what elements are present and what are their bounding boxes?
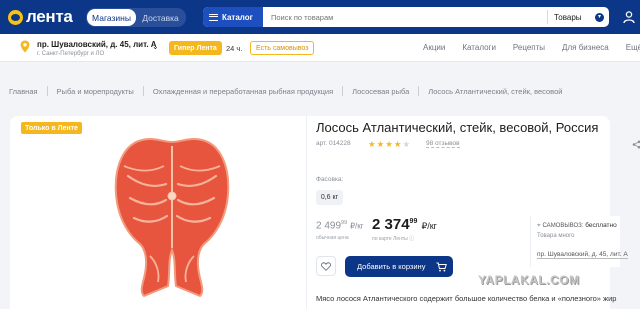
star-empty-icon: ★ (402, 139, 411, 149)
breadcrumb-separator (46, 86, 48, 96)
favorite-button[interactable] (316, 256, 336, 276)
pickup-info: ⌖ САМОВЫВОЗ: бесплатно Товара много пр. … (530, 216, 628, 267)
nav-promotions[interactable]: Акции (423, 43, 445, 52)
location-pin-icon (20, 40, 30, 53)
nav-business[interactable]: Для бизнеса (562, 43, 609, 52)
lenta-logo[interactable]: лента (8, 7, 73, 27)
add-to-cart-button[interactable]: Добавить в корзину (345, 256, 453, 277)
top-nav: Акции Каталоги Рецепты Для бизнеса Ещё (423, 43, 640, 52)
regular-price-unit: ₽/кг (349, 221, 364, 231)
tab-delivery[interactable]: Доставка (136, 9, 185, 26)
reviews-link[interactable]: 98 отзывов (426, 140, 460, 148)
user-icon[interactable] (622, 10, 636, 24)
card-price-unit: ₽/кг (421, 221, 437, 231)
weight-option[interactable]: 0,6 кг (316, 190, 343, 205)
nav-recipes[interactable]: Рецепты (513, 43, 545, 52)
chevron-down-icon: ▾ (595, 12, 604, 22)
store-address[interactable]: пр. Шуваловский, д. 45, лит. А (37, 40, 157, 49)
share-icon[interactable] (632, 140, 640, 149)
catalog-button[interactable]: Каталог (203, 7, 263, 27)
product-image[interactable] (110, 136, 234, 298)
cart-icon (436, 262, 447, 271)
regular-price-int: 2 499 (316, 220, 342, 232)
add-to-cart-label: Добавить в корзину (357, 262, 426, 271)
chevron-down-icon[interactable]: ⌄ (152, 42, 159, 51)
logo-text: лента (26, 7, 73, 26)
logo-mark-icon (8, 9, 23, 25)
weight-label: Фасовка: (316, 176, 344, 183)
search-input[interactable] (263, 12, 547, 22)
card-price-note-text: по карте Ленты (372, 236, 408, 242)
tab-stores[interactable]: Магазины (87, 9, 136, 26)
card-price-frac: 99 (409, 218, 418, 225)
breadcrumb-separator (418, 86, 420, 96)
breadcrumb-item[interactable]: Рыба и морепродукты (57, 87, 134, 96)
card-divider (306, 116, 307, 309)
rating-stars: ★ ★ ★ ★ ★ (368, 139, 410, 150)
search-scope-select[interactable]: Товары ▾ (547, 10, 609, 24)
regular-price-frac: 99 (341, 220, 348, 226)
stock-status: Товара много (537, 233, 575, 239)
star-icon: ★ (376, 139, 385, 149)
info-icon[interactable]: ⓘ (409, 236, 414, 242)
pin-icon: ⌖ (537, 222, 541, 229)
product-article: арт. 014228 (316, 140, 351, 147)
regular-price: 2 49999 ₽/кг (316, 220, 364, 231)
page: лента Магазины Доставка Каталог Товары ▾ (0, 0, 640, 309)
menu-icon (209, 13, 218, 21)
breadcrumb-current: Лосось Атлантический, стейк, весовой (428, 86, 563, 96)
exclusive-badge: Только в Ленте (21, 122, 82, 134)
store-city: г. Санкт-Петербург и ЛО (37, 51, 105, 57)
star-icon: ★ (368, 139, 376, 149)
product-title: Лосось Атлантический, стейк, весовой, Ро… (316, 120, 599, 135)
store-format-badge: Гипер Лента (169, 41, 222, 55)
pickup-caption: САМОВЫВОЗ: (542, 223, 584, 229)
star-icon: ★ (393, 139, 402, 149)
pickup-value: бесплатно (585, 222, 617, 229)
breadcrumb-separator (342, 86, 344, 96)
pickup-price: ⌖ САМОВЫВОЗ: бесплатно (537, 222, 617, 230)
breadcrumb: Главная Рыба и морепродукты Охлажденная … (9, 86, 562, 96)
product-description: Мясо лосося Атлантического содержит боль… (316, 294, 617, 303)
breadcrumb-separator (142, 86, 144, 96)
breadcrumb-item[interactable]: Главная (9, 87, 38, 96)
breadcrumb-item[interactable]: Охлажденная и переработанная рыбная прод… (153, 87, 333, 96)
regular-price-note: обычная цена (316, 235, 349, 241)
search-bar: Каталог Товары ▾ (203, 7, 609, 27)
store-hours: 24 ч. (226, 44, 243, 53)
star-icon: ★ (385, 139, 393, 149)
heart-icon (321, 261, 331, 271)
card-price-note: по карте Ленты ⓘ (372, 235, 414, 242)
top-header: лента Магазины Доставка Каталог Товары ▾ (0, 0, 640, 34)
card-price: 2 37499 ₽/кг (372, 216, 437, 233)
catalog-label: Каталог (222, 12, 253, 22)
watermark: YAPLAKAL.COM (478, 273, 580, 287)
nav-more[interactable]: Ещё (626, 43, 640, 52)
breadcrumb-item[interactable]: Лососевая рыба (352, 87, 409, 96)
nav-catalogs[interactable]: Каталоги (462, 43, 496, 52)
delivery-mode-switch: Магазины Доставка (86, 8, 186, 27)
card-price-int: 2 374 (372, 216, 410, 233)
search-scope-label: Товары (554, 12, 582, 22)
pickup-store-link[interactable]: пр. Шуваловский, д. 45, лит. А (537, 251, 628, 259)
pickup-badge: Есть самовывоз (250, 41, 315, 55)
address-bar: пр. Шуваловский, д. 45, лит. А г. Санкт-… (0, 34, 640, 62)
